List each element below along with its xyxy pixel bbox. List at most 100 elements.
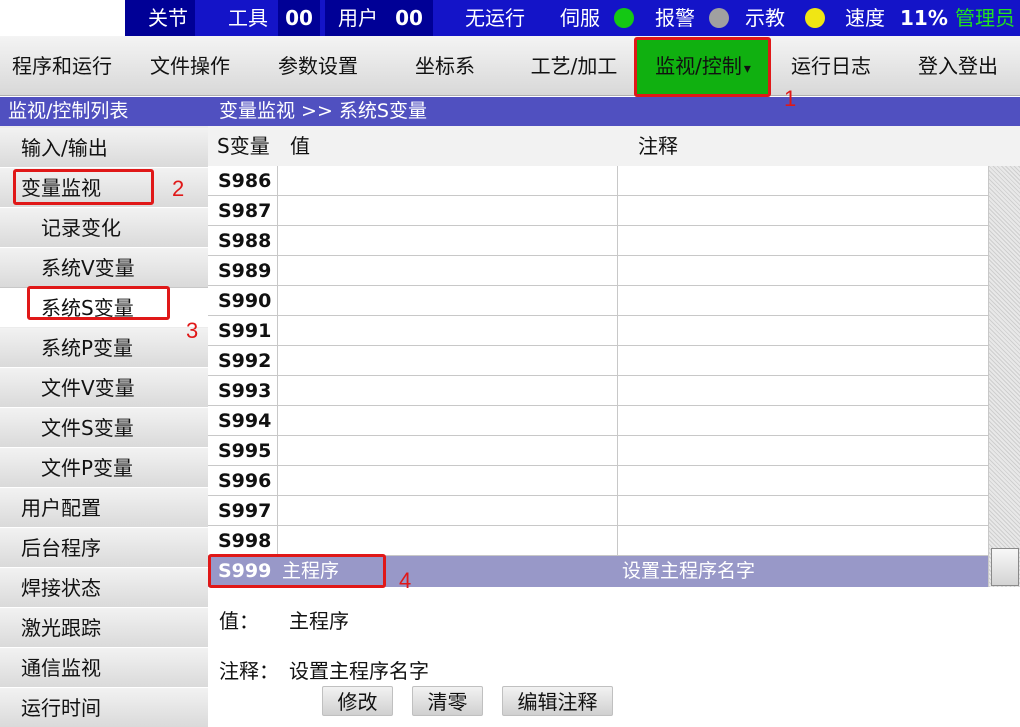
annotation-number-3: 3: [186, 318, 199, 343]
status-bar: 关节 工具 00 用户 00 无运行 伺服 报警 示教 速度 11% 管理员: [0, 0, 1020, 36]
sidebar-item-record-changes[interactable]: 记录变化: [0, 208, 208, 248]
value-label: 值：: [219, 609, 259, 633]
sidebar-item-io[interactable]: 输入/输出: [0, 128, 208, 168]
annotation-box-2: [13, 169, 154, 205]
row-name: S988: [208, 226, 278, 256]
user-value: 00: [388, 0, 430, 36]
row-value: [278, 496, 618, 526]
row-note: [618, 346, 988, 376]
table-row[interactable]: S993: [208, 376, 988, 406]
table-row[interactable]: S989: [208, 256, 988, 286]
annotation-box-3: [27, 286, 170, 320]
sidebar-item-file-v-var[interactable]: 文件V变量: [0, 368, 208, 408]
row-value: [278, 256, 618, 286]
row-name: S989: [208, 256, 278, 286]
sidebar-item-comm-monitor[interactable]: 通信监视: [0, 648, 208, 688]
table-row[interactable]: S986: [208, 166, 988, 196]
row-value: [278, 286, 618, 316]
row-value: [278, 466, 618, 496]
column-header-name: S变量: [217, 134, 270, 158]
clear-button[interactable]: 清零: [412, 686, 483, 716]
teach-status-led: [805, 8, 825, 28]
tool-value: 00: [278, 0, 320, 36]
sidebar-item-run-time[interactable]: 运行时间: [0, 688, 208, 727]
annotation-number-2: 2: [172, 176, 185, 201]
table-row[interactable]: S995: [208, 436, 988, 466]
row-note: [618, 226, 988, 256]
table-row[interactable]: S988: [208, 226, 988, 256]
row-value: [278, 316, 618, 346]
row-value: [278, 346, 618, 376]
user-role: 管理员: [955, 6, 1015, 30]
column-header-value: 值: [290, 134, 310, 158]
row-note: [618, 316, 988, 346]
table-row[interactable]: S998: [208, 526, 988, 556]
row-value: [278, 226, 618, 256]
menu-process[interactable]: 工艺/加工: [514, 36, 634, 96]
row-name: S990: [208, 286, 278, 316]
row-value: [278, 406, 618, 436]
row-name: S987: [208, 196, 278, 226]
menu-login-logout[interactable]: 登入登出: [900, 36, 1016, 96]
row-name: S998: [208, 526, 278, 556]
table-row[interactable]: S994: [208, 406, 988, 436]
annotation-box-4: [208, 554, 386, 588]
sidebar-item-file-p-var[interactable]: 文件P变量: [0, 448, 208, 488]
scrollbar-thumb[interactable]: [991, 548, 1019, 586]
sidebar-item-user-config[interactable]: 用户配置: [0, 488, 208, 528]
speed-value: 11%: [900, 6, 948, 30]
row-value: [278, 196, 618, 226]
row-note: [618, 496, 988, 526]
annotation-box-1: [634, 37, 771, 97]
alarm-label: 报警: [655, 6, 695, 30]
menu-coordinate-system[interactable]: 坐标系: [390, 36, 500, 96]
table-row[interactable]: S992: [208, 346, 988, 376]
value-text: 主程序: [289, 609, 349, 633]
sidebar-item-laser-tracking[interactable]: 激光跟踪: [0, 608, 208, 648]
sidebar-item-system-v-var[interactable]: 系统V变量: [0, 248, 208, 288]
row-note: [618, 406, 988, 436]
row-value: [278, 166, 618, 196]
row-value: [278, 376, 618, 406]
row-name: S986: [208, 166, 278, 196]
annotation-number-4: 4: [399, 568, 412, 593]
table-row[interactable]: S987: [208, 196, 988, 226]
row-value: [278, 526, 618, 556]
row-name: S991: [208, 316, 278, 346]
menu-parameters[interactable]: 参数设置: [258, 36, 378, 96]
note-text: 设置主程序名字: [289, 659, 429, 683]
row-value: [278, 436, 618, 466]
annotation-number-1: 1: [784, 86, 797, 111]
run-status: 无运行: [465, 6, 525, 30]
sidebar-item-background-program[interactable]: 后台程序: [0, 528, 208, 568]
edit-note-button[interactable]: 编辑注释: [502, 686, 613, 716]
teach-label: 示教: [745, 6, 785, 30]
menu-file-ops[interactable]: 文件操作: [130, 36, 250, 96]
variable-table: S986 S987 S988 S989 S990 S991 S992 S993: [208, 166, 988, 556]
column-header-note: 注释: [638, 134, 678, 158]
row-note: [618, 466, 988, 496]
table-row[interactable]: S991: [208, 316, 988, 346]
sidebar-item-system-p-var[interactable]: 系统P变量: [0, 328, 208, 368]
row-name: S992: [208, 346, 278, 376]
sidebar-item-file-s-var[interactable]: 文件S变量: [0, 408, 208, 448]
table-scrollbar[interactable]: [988, 166, 1020, 587]
modify-button[interactable]: 修改: [322, 686, 393, 716]
breadcrumb: 变量监视 >> 系统S变量: [208, 97, 1020, 126]
user-label: 用户: [338, 6, 378, 30]
sidebar-item-welding-status[interactable]: 焊接状态: [0, 568, 208, 608]
row-name: S993: [208, 376, 278, 406]
row-note: [618, 286, 988, 316]
menu-program-run[interactable]: 程序和运行: [0, 36, 124, 96]
row-note: [618, 196, 988, 226]
row-name: S997: [208, 496, 278, 526]
tool-label: 工具: [228, 6, 268, 30]
table-header: S变量 值 注释: [208, 126, 1020, 166]
servo-status-led: [614, 8, 634, 28]
sidebar-title: 监视/控制列表: [0, 97, 208, 126]
selected-row-note: 设置主程序名字: [622, 560, 756, 582]
row-note: [618, 526, 988, 556]
table-row[interactable]: S997: [208, 496, 988, 526]
table-row[interactable]: S990: [208, 286, 988, 316]
table-row[interactable]: S996: [208, 466, 988, 496]
